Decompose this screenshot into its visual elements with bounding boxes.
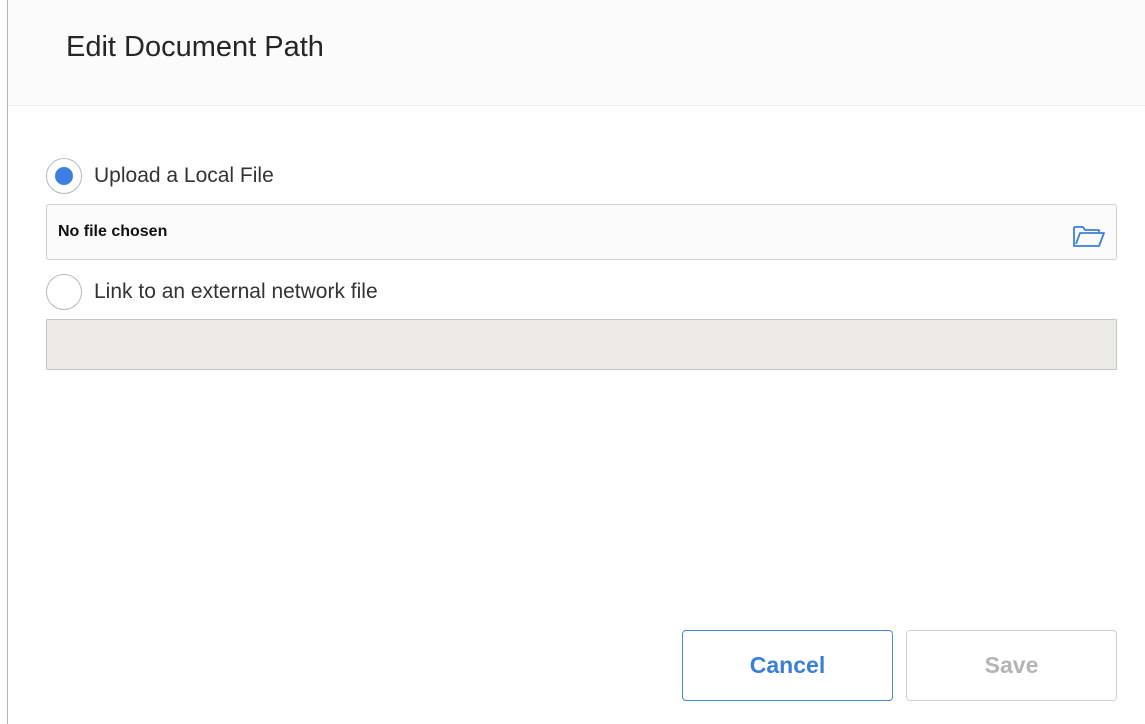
file-chooser[interactable]: No file chosen bbox=[46, 204, 1117, 260]
link-network-file-label: Link to an external network file bbox=[94, 280, 378, 303]
file-chooser-text: No file chosen bbox=[58, 223, 168, 240]
save-button[interactable]: Save bbox=[906, 630, 1117, 701]
folder-open-icon[interactable] bbox=[1072, 223, 1106, 249]
dialog-left-border bbox=[7, 0, 8, 724]
upload-local-file-radio[interactable] bbox=[46, 158, 82, 194]
link-network-file-option[interactable]: Link to an external network file bbox=[46, 273, 378, 311]
dialog-title: Edit Document Path bbox=[66, 31, 324, 63]
network-file-path-input[interactable] bbox=[46, 319, 1117, 370]
edit-document-path-dialog: Edit Document Path Upload a Local File N… bbox=[0, 0, 1145, 724]
radio-selected-dot bbox=[55, 167, 73, 185]
upload-local-file-label: Upload a Local File bbox=[94, 164, 274, 187]
dialog-header: Edit Document Path bbox=[8, 0, 1145, 106]
link-network-file-radio[interactable] bbox=[46, 274, 82, 310]
cancel-button[interactable]: Cancel bbox=[682, 630, 893, 701]
upload-local-file-option[interactable]: Upload a Local File bbox=[46, 157, 274, 195]
